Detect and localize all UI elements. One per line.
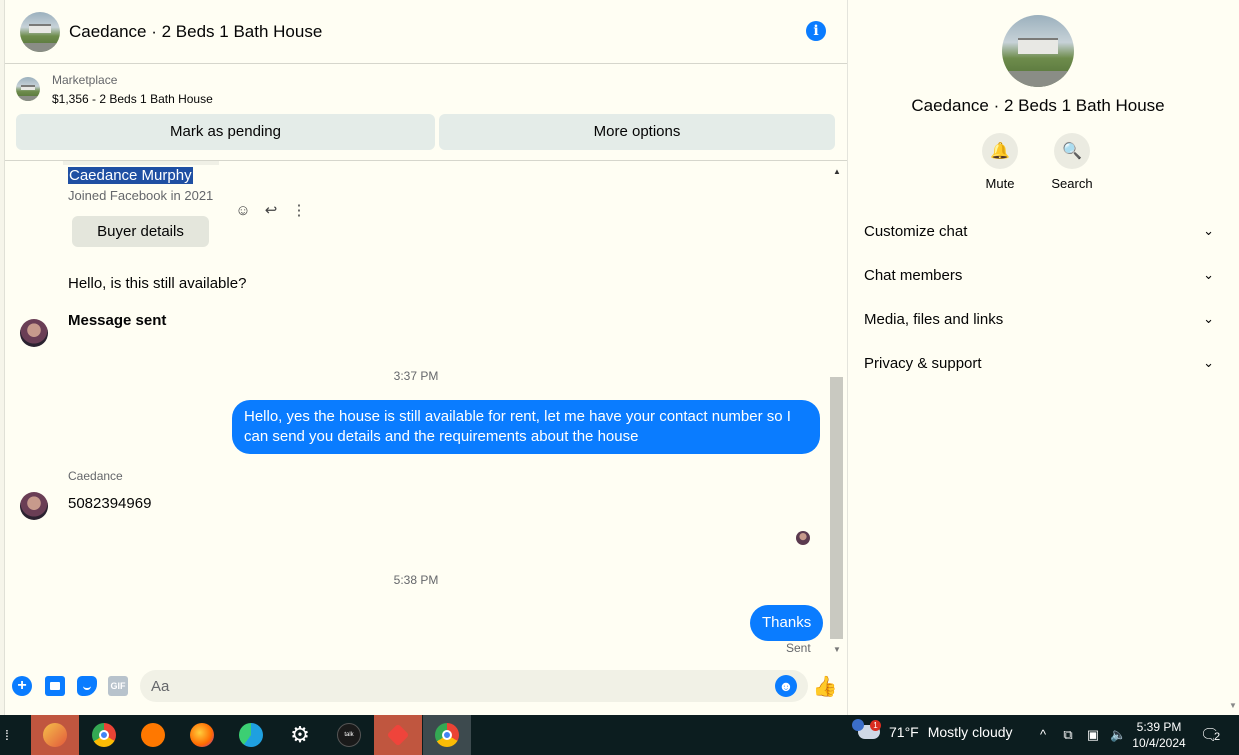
clock-time: 5:39 PM bbox=[1136, 720, 1182, 734]
chevron-up-icon[interactable]: ^ bbox=[1035, 727, 1051, 743]
gif-icon[interactable]: GIF bbox=[108, 676, 128, 696]
weather-condition: Mostly cloudy bbox=[927, 724, 1013, 740]
thread-top-strip bbox=[63, 161, 219, 165]
firefox-icon bbox=[190, 723, 214, 747]
section-label: Privacy & support bbox=[864, 354, 982, 372]
chevron-down-icon: ⌄ bbox=[1203, 223, 1214, 238]
composer-bar: + GIF ☻ 👍 bbox=[5, 661, 847, 715]
section-label: Customize chat bbox=[864, 222, 968, 240]
meet-now-icon[interactable]: ⧉ bbox=[1060, 727, 1076, 743]
listing-avatar[interactable] bbox=[20, 11, 60, 52]
taskbar-talk-app[interactable]: talk bbox=[325, 715, 373, 755]
outgoing-message[interactable]: Thanks bbox=[750, 605, 824, 641]
search-button[interactable]: 🔍 Search bbox=[1042, 133, 1102, 191]
edge-icon bbox=[239, 723, 263, 747]
sender-name: Caedance bbox=[68, 469, 123, 483]
panel-title: Caedance · 2 Beds 1 Bath House bbox=[911, 96, 1165, 115]
network-icon[interactable]: ▣ bbox=[1085, 727, 1101, 743]
timestamp: 3:37 PM bbox=[393, 369, 439, 383]
listing-thumbnail[interactable] bbox=[16, 77, 40, 101]
notification-count: 2 bbox=[1214, 731, 1221, 743]
taskbar-avast-app[interactable] bbox=[129, 715, 177, 755]
incoming-message[interactable]: 5082394969 bbox=[68, 495, 151, 512]
weather-widget[interactable]: 1 71°F Mostly cloudy bbox=[852, 719, 1013, 740]
thumbs-up-icon[interactable]: 👍 bbox=[813, 674, 838, 698]
conversation-pane: Caedance · 2 Beds 1 Bath House i Marketp… bbox=[0, 0, 848, 715]
message-actions: ☺ ↩ ⋮ bbox=[234, 201, 308, 220]
sender-avatar[interactable] bbox=[20, 319, 48, 347]
section-label: Chat members bbox=[864, 266, 963, 284]
photo-icon[interactable] bbox=[45, 676, 65, 696]
notification-center-icon[interactable]: 🗨 2 bbox=[1200, 725, 1220, 745]
scroll-down-arrow-icon[interactable]: ▼ bbox=[1229, 701, 1237, 710]
chrome-icon bbox=[92, 723, 116, 747]
section-label: Media, files and links bbox=[864, 310, 1004, 328]
buyer-name[interactable]: Caedance Murphy bbox=[68, 167, 193, 184]
section-customize-chat[interactable]: Customize chat ⌄ bbox=[864, 209, 1214, 253]
bell-icon: 🔔 bbox=[982, 133, 1018, 169]
clock[interactable]: 5:39 PM 10/4/2024 bbox=[1130, 719, 1188, 751]
buyer-details-button[interactable]: Buyer details bbox=[72, 216, 209, 247]
taskbar: ⁞ ⚙ talk 1 71°F Mostly cloudy ^ ⧉ ▣ 🔈 5:… bbox=[0, 715, 1239, 755]
section-privacy-support[interactable]: Privacy & support ⌄ bbox=[864, 341, 1214, 385]
mute-label: Mute bbox=[985, 176, 1015, 191]
anydesk-icon bbox=[386, 723, 410, 747]
mute-button[interactable]: 🔔 Mute bbox=[970, 133, 1030, 191]
taskbar-anydesk-app[interactable] bbox=[374, 715, 422, 755]
react-emoji-icon[interactable]: ☺ bbox=[234, 201, 252, 219]
more-actions-icon[interactable]: ⋮ bbox=[290, 201, 308, 219]
clock-date: 10/4/2024 bbox=[1132, 736, 1186, 750]
temperature: 71°F bbox=[889, 724, 919, 740]
chevron-down-icon: ⌄ bbox=[1203, 355, 1214, 370]
taskbar-paint-app[interactable] bbox=[31, 715, 79, 755]
plus-icon[interactable]: + bbox=[12, 676, 32, 696]
buyer-joined: Joined Facebook in 2021 bbox=[68, 188, 214, 203]
sticker-icon[interactable] bbox=[77, 676, 97, 696]
section-chat-members[interactable]: Chat members ⌄ bbox=[864, 253, 1214, 297]
search-icon: 🔍 bbox=[1054, 133, 1090, 169]
thread-scrollbar-thumb[interactable] bbox=[830, 377, 843, 639]
sender-avatar[interactable] bbox=[20, 492, 48, 520]
taskbar-settings-app[interactable]: ⚙ bbox=[276, 715, 324, 755]
volume-muted-icon[interactable]: 🔈 bbox=[1110, 727, 1126, 743]
marketplace-bar: Marketplace $1,356 - 2 Beds 1 Bath House… bbox=[5, 64, 847, 161]
taskbar-firefox-app[interactable] bbox=[178, 715, 226, 755]
message-thread[interactable]: ▲ ▼ Caedance Murphy Joined Facebook in 2… bbox=[5, 161, 847, 661]
chevron-down-icon: ⌄ bbox=[1203, 311, 1214, 326]
taskbar-chrome-active-app[interactable] bbox=[423, 715, 471, 755]
outgoing-message[interactable]: Hello, yes the house is still available … bbox=[232, 400, 820, 454]
taskbar-edge-app[interactable] bbox=[227, 715, 275, 755]
delivery-status: Sent bbox=[786, 641, 811, 655]
mark-pending-button[interactable]: Mark as pending bbox=[16, 114, 435, 150]
listing-summary[interactable]: $1,356 - 2 Beds 1 Bath House bbox=[52, 92, 213, 106]
emoji-icon[interactable]: ☻ bbox=[775, 675, 797, 697]
message-input[interactable] bbox=[140, 670, 808, 702]
system-tray: ^ ⧉ ▣ 🔈 bbox=[1035, 727, 1126, 743]
avast-icon bbox=[141, 723, 165, 747]
read-receipt-avatar bbox=[796, 531, 810, 545]
scroll-up-arrow-icon[interactable]: ▲ bbox=[833, 167, 841, 176]
paint-icon bbox=[43, 723, 67, 747]
listing-profile-image[interactable] bbox=[1002, 15, 1074, 87]
talk-icon: talk bbox=[337, 723, 361, 747]
weather-badge: 1 bbox=[870, 720, 881, 731]
gear-icon: ⚙ bbox=[290, 722, 310, 747]
chrome-icon bbox=[435, 723, 459, 747]
reply-icon[interactable]: ↩ bbox=[262, 201, 280, 219]
info-icon[interactable]: i bbox=[806, 21, 826, 41]
message-text: Message sent bbox=[68, 312, 167, 329]
task-view-icon[interactable]: ⁞ bbox=[0, 715, 14, 755]
section-media-files-links[interactable]: Media, files and links ⌄ bbox=[864, 297, 1214, 341]
more-options-button[interactable]: More options bbox=[439, 114, 835, 150]
scroll-down-arrow-icon[interactable]: ▼ bbox=[833, 645, 841, 654]
taskbar-chrome-app[interactable] bbox=[80, 715, 128, 755]
timestamp: 5:38 PM bbox=[393, 573, 439, 587]
message-text: Hello, is this still available? bbox=[68, 275, 247, 292]
chevron-down-icon: ⌄ bbox=[1203, 267, 1214, 282]
search-label: Search bbox=[1051, 176, 1093, 191]
conversation-header: Caedance · 2 Beds 1 Bath House i bbox=[5, 0, 847, 64]
details-panel: Caedance · 2 Beds 1 Bath House 🔔 Mute 🔍 … bbox=[848, 0, 1239, 715]
marketplace-label: Marketplace bbox=[52, 73, 118, 87]
conversation-title[interactable]: Caedance · 2 Beds 1 Bath House bbox=[69, 22, 322, 42]
